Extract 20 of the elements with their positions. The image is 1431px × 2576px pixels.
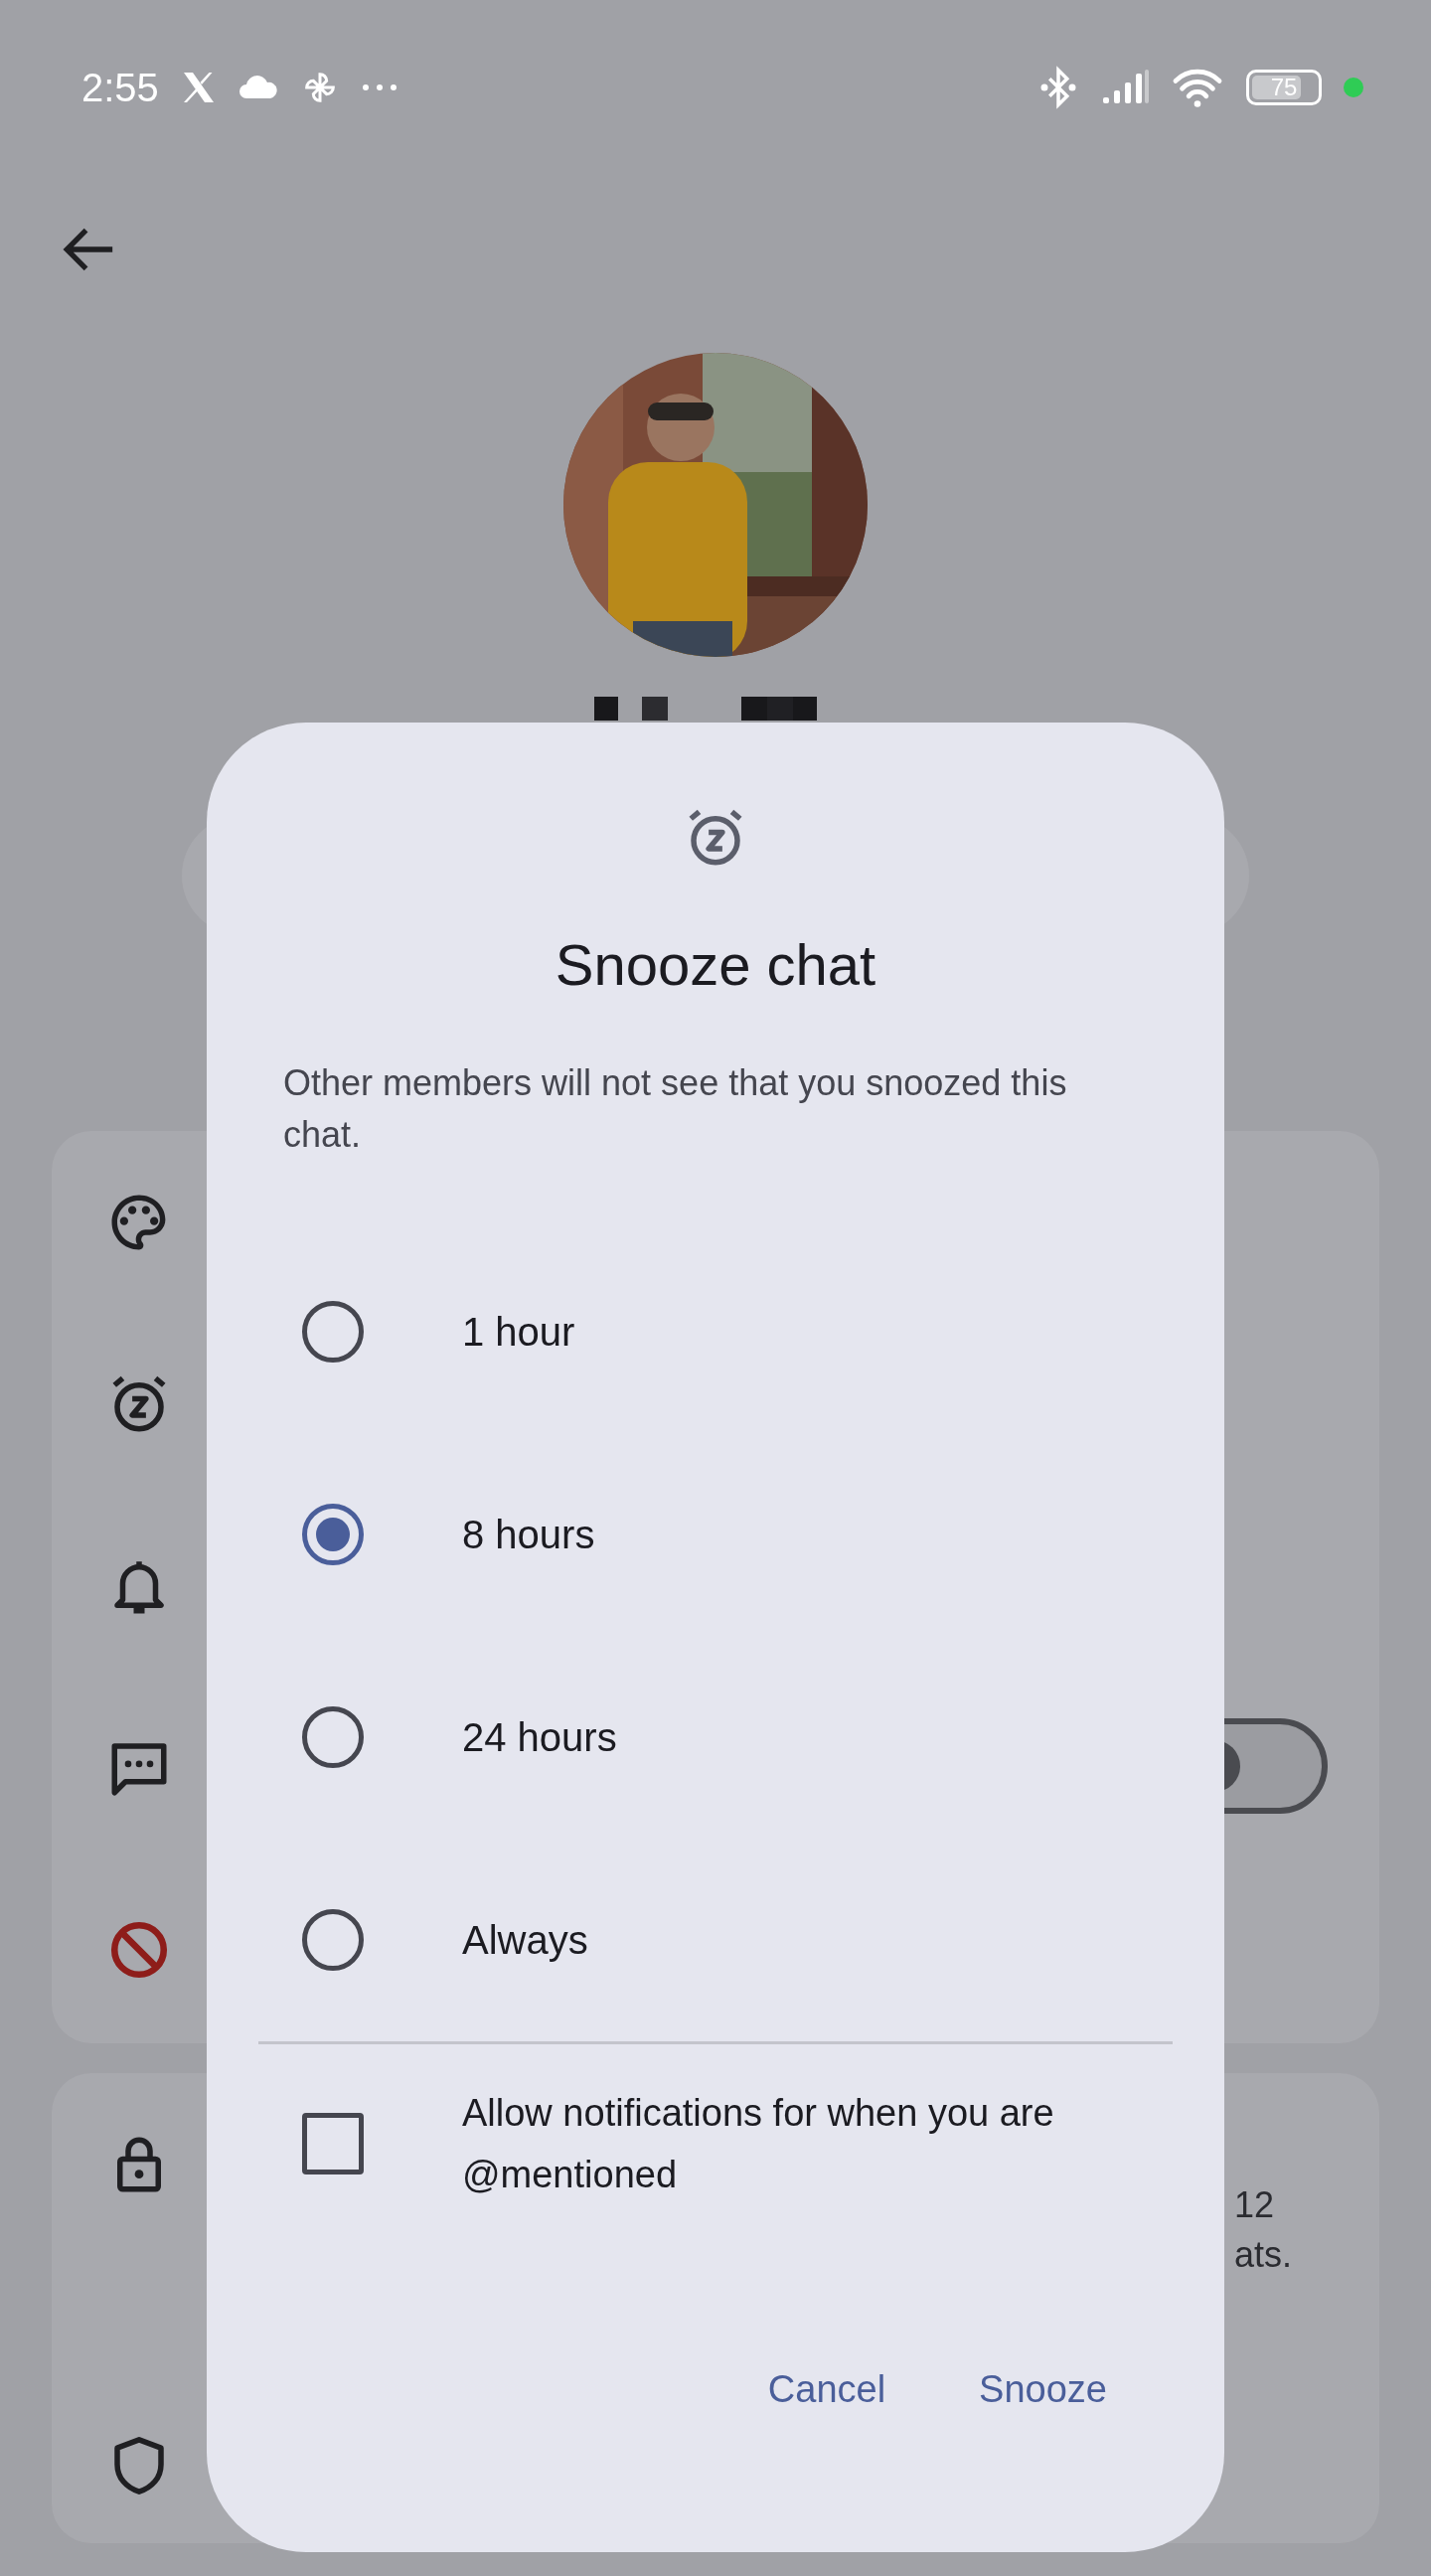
radio-button[interactable] [302,1301,364,1363]
snooze-button[interactable]: Snooze [957,2354,1129,2425]
status-dot-icon [1344,78,1363,97]
checkbox-label: Allow notifications for when you are @mentioned [462,2091,1055,2197]
setting-description: 12 ats. [1234,2183,1293,2277]
radio-button[interactable] [302,1909,364,1971]
checkbox[interactable] [302,2113,364,2174]
dialog-description: Other members will not see that you snoozed this chat. [283,1061,1068,1157]
signal-icon [1101,70,1149,105]
dialog-title: Snooze chat [554,931,877,999]
option-label: Always [462,1917,588,1963]
more-notifications-icon [361,83,398,91]
radio-button[interactable] [302,1504,364,1565]
clock-time: 2:55 [81,65,159,110]
cloud-icon [238,75,278,100]
option-label: 1 hour [462,1309,575,1355]
option-label: 8 hours [462,1512,595,1557]
cancel-button[interactable]: Cancel [745,2354,908,2425]
option-label: 24 hours [462,1714,617,1760]
radio-button[interactable] [302,1706,364,1768]
